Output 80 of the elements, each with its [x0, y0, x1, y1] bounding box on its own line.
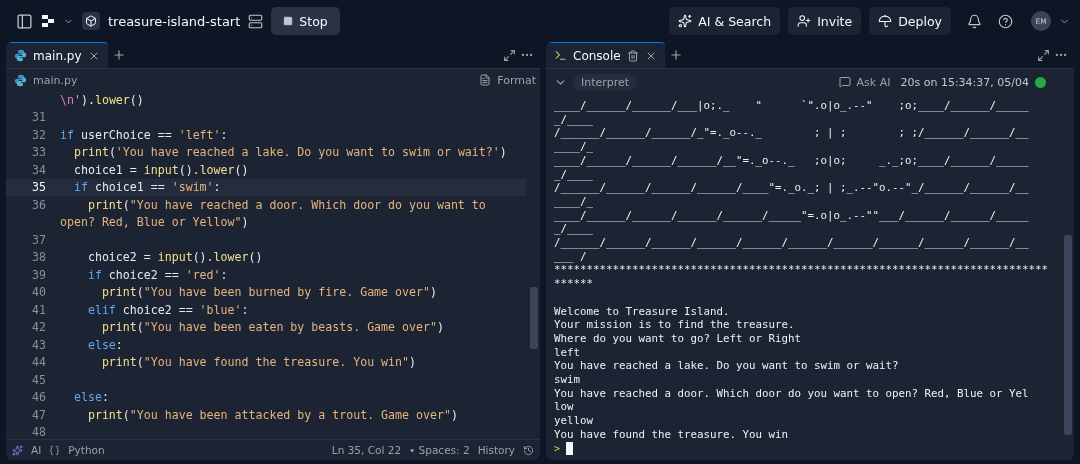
code-line: if choice2 == 'red':: [86, 267, 228, 282]
prompt-symbol: >: [554, 443, 561, 455]
code-line: print("You have reached a door. Which door do you want to: [86, 197, 486, 212]
blocks-icon[interactable]: [41, 14, 55, 28]
breadcrumb[interactable]: main.py: [33, 73, 78, 87]
line-number: 46: [31, 390, 47, 405]
toolbar-button[interactable]: AI & Search: [669, 7, 781, 35]
sidebar-toggle-icon[interactable]: [16, 12, 33, 30]
project-title: treasure-island-start: [108, 13, 241, 29]
stop-icon: [283, 16, 294, 26]
line-number: 48: [31, 425, 47, 439]
sparkles-icon: [678, 14, 693, 28]
code-line: print("You have been eaten by beasts. Game over"): [100, 320, 444, 335]
code-line: if userChoice == 'left':: [60, 127, 228, 142]
history-link[interactable]: History: [477, 444, 515, 456]
language-label[interactable]: Python: [68, 444, 105, 456]
line-number: 37: [31, 232, 47, 247]
sparkles-icon: [12, 444, 23, 456]
ask-ai-link[interactable]: Ask AI: [856, 75, 891, 89]
code-line: print("You have been burned by fire. Game over"): [100, 285, 437, 300]
line-number: 32: [31, 127, 47, 142]
console-tab[interactable]: Console: [546, 42, 665, 68]
code-line: elif choice2 == 'blue':: [86, 302, 249, 317]
trash-icon[interactable]: [626, 49, 639, 62]
cursor-position[interactable]: Ln 35, Col 22: [331, 444, 402, 456]
line-number: 36: [31, 197, 47, 212]
interpret-button[interactable]: Interpret: [573, 73, 638, 91]
file-type-icon: [14, 49, 27, 62]
code-line: choice1 = input().lower(): [72, 162, 249, 177]
code-line: open? Red, Blue or Yellow"): [60, 215, 249, 230]
ai-label[interactable]: AI: [31, 444, 42, 456]
file-tab[interactable]: main.py: [6, 42, 108, 68]
expand-icon[interactable]: [503, 48, 516, 62]
indent-setting[interactable]: • Spaces: 2: [409, 444, 470, 456]
scrollbar[interactable]: [1064, 235, 1072, 435]
code-line: else:: [86, 337, 123, 352]
toolbar-button[interactable]: Deploy: [869, 7, 951, 35]
run-info: 20s on 15:34:37, 05/04: [900, 75, 1029, 89]
line-number: 43: [31, 337, 47, 352]
app-icon: [82, 12, 100, 30]
line-number: 42: [31, 320, 47, 335]
code-line: choice2 = input().lower(): [86, 250, 263, 265]
add-tab-icon[interactable]: [668, 48, 683, 62]
expand-icon[interactable]: [1037, 48, 1050, 62]
code-line: if choice1 == 'swim':: [72, 180, 221, 195]
line-number: 44: [31, 355, 47, 370]
format-icon[interactable]: [479, 74, 492, 86]
toolbar-button[interactable]: Invite: [788, 7, 862, 35]
line-number: 39: [31, 267, 47, 282]
chat-icon[interactable]: [838, 76, 851, 88]
code-line: else:: [72, 390, 109, 405]
umbrella-icon: [878, 14, 893, 28]
line-number: 35: [31, 180, 47, 195]
line-number: 41: [31, 302, 47, 317]
database-icon[interactable]: [248, 13, 264, 29]
line-number: 45: [31, 372, 47, 387]
braces-icon: [49, 444, 61, 456]
format-link[interactable]: Format: [497, 73, 536, 87]
line-number: 47: [31, 407, 47, 422]
code-line: \n').lower(): [60, 92, 144, 107]
code-line: print("You have been attacked by a trout. Game over"): [86, 407, 458, 422]
console-output: ____/______/______/___|o;._ " `".o|o_.--" ;o;____/______/_____ _/____ /______/______/______/_"=._o--._ ; | ; ; ;/______/______/__ ____/_ ____/______/______/______/__"=._o--._ ;o|o; _._;o;____/______/_____ _/____ /______/______/______/______/____"=._o._; | ;_.--"o.--"_/______/______/__ ____/_ ____/______/______/______/______/_____"=.o|o_.--""___/______/______/_____ _/____ /______/______/______/______/______/______/______/______/______/______/__ ___ / **************************************************************************** ****** Welcome to Treasure Island. Your mission is to find the treasure. Where do you want to go? Left or Right left You have reached a lake. Do you want to swim or wait? swim You have reached a door. Which door do you want to open? Red, Blue or Yel low yellow You have found the treasure. You win: [554, 99, 1050, 442]
stop-button[interactable]: Stop: [271, 7, 340, 35]
line-number: 40: [31, 285, 47, 300]
help-icon[interactable]: [998, 13, 1013, 29]
line-number: 34: [31, 162, 47, 177]
history-icon[interactable]: [523, 444, 534, 456]
add-tab-icon[interactable]: [111, 48, 126, 62]
code-line: print('You have reached a lake. Do you want to swim or wait?'): [72, 145, 507, 160]
status-dot: [1035, 76, 1046, 88]
text-cursor: [566, 442, 574, 456]
scrollbar[interactable]: [530, 287, 538, 349]
user-plus-icon: [797, 14, 812, 28]
line-number: 38: [31, 250, 47, 265]
line-number: 31: [31, 110, 47, 125]
line-number: 33: [31, 145, 47, 160]
file-type-icon: [14, 73, 27, 87]
terminal-icon: [554, 49, 567, 62]
notifications-icon[interactable]: [967, 13, 982, 29]
code-line: print("You have found the treasure. You win"): [100, 355, 416, 370]
